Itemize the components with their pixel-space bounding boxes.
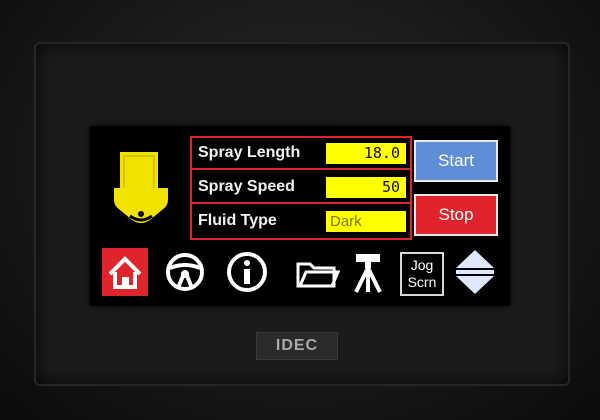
hmi-device: Spray Length 18.0 Spray Speed 50 Fluid T… (0, 0, 600, 420)
spray-length-label: Spray Length (198, 144, 301, 161)
spray-length-input[interactable]: 18.0 (326, 143, 406, 164)
stop-button[interactable]: Stop (414, 194, 498, 236)
field-row-spray-length: Spray Length 18.0 (192, 138, 410, 170)
spray-head-icon (114, 152, 168, 223)
fluid-type-label: Fluid Type (198, 212, 277, 229)
tripod-icon[interactable] (348, 248, 388, 296)
jog-label: Jog (410, 257, 434, 273)
field-row-fluid-type: Fluid Type Dark (192, 206, 410, 238)
home-icon[interactable] (102, 248, 148, 296)
hmi-screen: Spray Length 18.0 Spray Speed 50 Fluid T… (90, 126, 510, 306)
start-button[interactable]: Start (414, 140, 498, 182)
spray-speed-label: Spray Speed (198, 178, 295, 195)
fluid-type-select[interactable]: Dark (326, 211, 406, 232)
info-icon[interactable] (224, 248, 270, 296)
up-down-arrows-icon[interactable] (454, 248, 496, 296)
folder-icon[interactable] (294, 248, 340, 296)
spray-speed-input[interactable]: 50 (326, 177, 406, 198)
steering-wheel-icon[interactable] (162, 248, 208, 296)
parameter-panel: Spray Length 18.0 Spray Speed 50 Fluid T… (190, 136, 412, 240)
scrn-label: Scrn (407, 274, 437, 290)
jog-screen-button[interactable]: Jog Scrn (400, 252, 444, 296)
brand-logo: IDEC (256, 332, 338, 360)
field-row-spray-speed: Spray Speed 50 (192, 172, 410, 204)
nav-bar: Jog Scrn (90, 244, 510, 300)
